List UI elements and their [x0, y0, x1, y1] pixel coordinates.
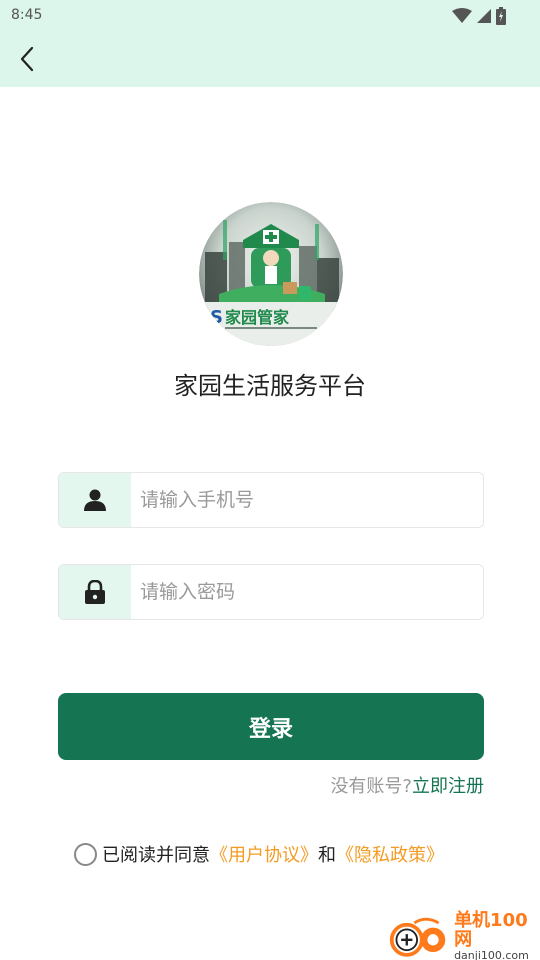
app-title: 家园生活服务平台 [174, 372, 366, 400]
battery-icon [496, 7, 506, 25]
watermark-url: danji100.com [454, 949, 529, 960]
agreement-row: 已阅读并同意 《用户协议》 和 《隐私政策》 [74, 841, 444, 867]
wifi-icon [452, 8, 472, 23]
phone-field [58, 472, 484, 528]
privacy-policy-link[interactable]: 《隐私政策》 [336, 841, 444, 867]
logo-text: 家园管家 [225, 308, 290, 327]
agreement-radio[interactable] [74, 842, 97, 866]
app-bar [0, 32, 540, 87]
user-agreement-link[interactable]: 《用户协议》 [210, 841, 318, 867]
password-field [58, 564, 484, 620]
agreement-conjunction: 和 [318, 845, 336, 866]
status-bar: 8:45 [0, 0, 540, 32]
person-icon [84, 489, 106, 511]
app-logo: 家园管家 S [199, 202, 343, 346]
watermark-title: 单机100网 [454, 910, 528, 951]
register-prompt: 没有账号? [330, 776, 412, 797]
login-button[interactable]: 登录 [58, 693, 484, 760]
status-time: 8:45 [11, 7, 43, 23]
agreement-prefix: 已阅读并同意 [102, 845, 210, 866]
phone-input[interactable] [131, 473, 483, 527]
watermark-logo-icon [389, 917, 446, 957]
register-link[interactable]: 立即注册 [412, 776, 484, 797]
password-input[interactable] [131, 565, 483, 619]
register-row: 没有账号?立即注册 [330, 772, 484, 798]
chevron-left-icon [20, 46, 34, 72]
phone-field-icon-box [59, 473, 131, 527]
lock-icon [85, 580, 105, 604]
back-button[interactable] [12, 44, 42, 74]
svg-text:S: S [210, 307, 223, 328]
signal-icon [477, 9, 491, 23]
watermark: 单机100网 danji100.com [388, 910, 540, 960]
status-icons [452, 6, 506, 26]
password-field-icon-box [59, 565, 131, 619]
